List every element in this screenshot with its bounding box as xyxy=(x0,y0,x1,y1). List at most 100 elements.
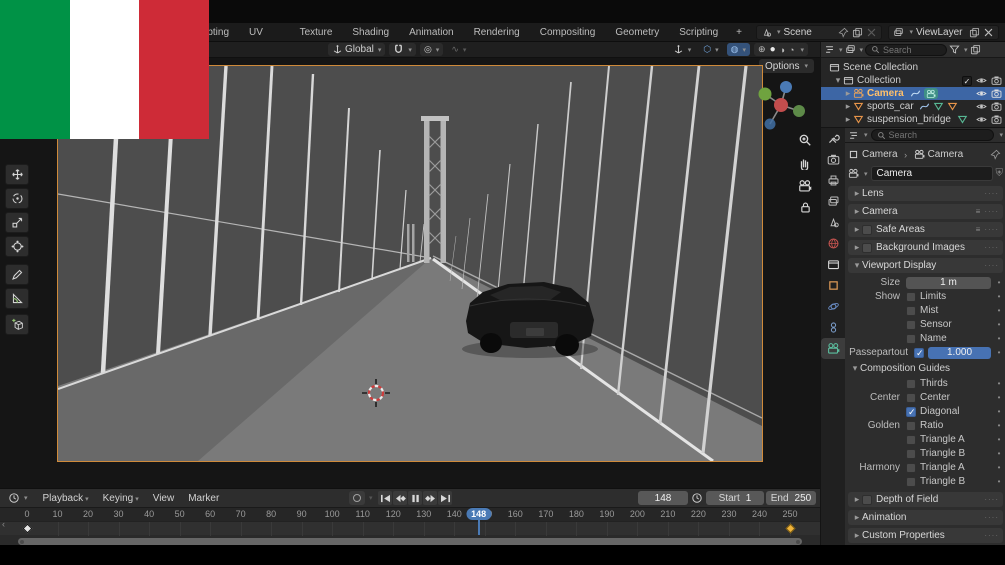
passepartout-field[interactable]: 1.000 xyxy=(928,346,991,359)
menu-playback[interactable]: Playback ▾ xyxy=(36,493,96,504)
keyframe-diamond[interactable] xyxy=(22,523,32,534)
next-keyframe-button[interactable] xyxy=(423,491,437,505)
object-icon[interactable] xyxy=(848,149,859,160)
scene-selector[interactable]: ▾ Scene xyxy=(755,24,883,40)
mist-checkbox[interactable] xyxy=(906,305,916,316)
channel-expander-icon[interactable]: ‹ xyxy=(2,519,5,529)
menu-marker[interactable]: Marker xyxy=(181,493,226,504)
drag-handle-icon[interactable]: ···· xyxy=(984,495,999,504)
animate-dot-icon[interactable]: • xyxy=(995,348,1003,357)
triangle-b-checkbox[interactable] xyxy=(906,448,916,459)
show-overlays-button[interactable]: ⬡ ▾ xyxy=(699,43,722,56)
tab-world[interactable] xyxy=(821,233,845,254)
expand-icon[interactable]: ▸ xyxy=(843,88,853,99)
thirds-checkbox[interactable] xyxy=(906,378,916,389)
frame-start-field[interactable]: Start 1 xyxy=(706,491,764,505)
shading-wireframe-icon[interactable]: ⊕ xyxy=(758,44,766,55)
drag-handle-icon[interactable]: ···· xyxy=(984,531,999,540)
outliner-search[interactable] xyxy=(865,43,948,56)
panel-viewport-display[interactable]: ▾ Viewport Display ···· xyxy=(848,258,1003,273)
safe-areas-checkbox[interactable] xyxy=(862,224,872,235)
timeline-scrollbar[interactable] xyxy=(18,538,802,545)
outliner-row-sports-car[interactable]: ▸ sports_car xyxy=(821,100,1005,113)
panel-lens[interactable]: ▸ Lens ···· xyxy=(848,186,1003,201)
tab-view-layer[interactable] xyxy=(821,191,845,212)
tool-transform-button[interactable] xyxy=(5,236,29,257)
eye-icon[interactable] xyxy=(976,75,987,86)
editor-type-button[interactable]: ▾ xyxy=(4,492,32,505)
fake-user-shield-icon[interactable]: ⛨ xyxy=(996,168,1004,179)
drag-handle-icon[interactable]: ···· xyxy=(984,207,999,216)
workspace-tab-animation[interactable]: Animation xyxy=(399,23,463,42)
animate-dot-icon[interactable]: • xyxy=(995,292,1003,301)
keyframe-diamond[interactable] xyxy=(785,523,795,534)
shading-material-icon[interactable]: ◑ xyxy=(780,45,785,55)
panel-safe-areas[interactable]: ▸ Safe Areas ≡ ···· xyxy=(848,222,1003,237)
tab-tool[interactable] xyxy=(821,128,845,149)
filter-funnel-icon[interactable] xyxy=(949,44,960,55)
breadcrumb-object[interactable]: Camera xyxy=(862,149,898,160)
pause-button[interactable] xyxy=(408,491,422,505)
collapse-icon[interactable]: ▾ xyxy=(833,75,843,86)
show-gizmo-button[interactable]: ▾ xyxy=(669,43,696,56)
tab-constraints[interactable] xyxy=(821,317,845,338)
viewport-camera-view-button[interactable] xyxy=(795,176,815,196)
workspace-tab-uv-editing[interactable]: UV Editing xyxy=(239,23,290,57)
shading-rendered-icon[interactable]: ◔ xyxy=(789,45,794,55)
animate-dot-icon[interactable]: • xyxy=(995,320,1003,329)
tab-physics[interactable] xyxy=(821,296,845,317)
viewlayer-selector[interactable]: ▾ ViewLayer xyxy=(888,24,999,40)
tab-output[interactable] xyxy=(821,170,845,191)
pin-icon[interactable] xyxy=(990,149,1001,160)
workspace-tab-compositing[interactable]: Compositing xyxy=(530,23,606,42)
drag-handle-icon[interactable]: ···· xyxy=(984,513,999,522)
menu-view[interactable]: View xyxy=(146,493,182,504)
sensor-checkbox[interactable] xyxy=(906,319,916,330)
animate-dot-icon[interactable]: • xyxy=(995,421,1003,430)
outliner-row-suspension-bridge[interactable]: ▸ suspension_bridge xyxy=(821,113,1005,126)
current-frame-field[interactable]: 148 xyxy=(638,491,688,505)
size-field[interactable]: 1 m xyxy=(906,276,991,289)
viewport-pan-button[interactable] xyxy=(795,153,815,173)
xray-toggle-button[interactable]: ◍ ▾ xyxy=(726,43,751,56)
outliner-scene-icon[interactable] xyxy=(845,44,856,55)
animate-dot-icon[interactable]: • xyxy=(995,407,1003,416)
collection-exclude-checkbox[interactable]: ✓ xyxy=(962,75,972,86)
timeline-playhead[interactable]: 148 xyxy=(466,508,492,535)
presets-icon[interactable]: ≡ xyxy=(976,207,981,216)
drag-handle-icon[interactable]: ···· xyxy=(984,261,999,270)
jump-to-start-button[interactable] xyxy=(378,491,392,505)
use-preview-range-button[interactable] xyxy=(691,492,703,504)
outliner-display-mode-icon[interactable] xyxy=(824,44,835,55)
animate-dot-icon[interactable]: • xyxy=(995,379,1003,388)
new-scene-icon[interactable] xyxy=(852,27,863,38)
outliner-row-collection[interactable]: ▾ Collection ✓ xyxy=(821,74,1005,87)
outliner-search-input[interactable] xyxy=(883,44,942,55)
workspace-tab-shading[interactable]: Shading xyxy=(342,23,399,42)
viewport-options-button[interactable]: Options ▾ xyxy=(759,59,814,73)
prev-keyframe-button[interactable] xyxy=(393,491,407,505)
animate-dot-icon[interactable]: • xyxy=(995,463,1003,472)
passepartout-checkbox[interactable] xyxy=(914,347,924,359)
tab-scene[interactable] xyxy=(821,212,845,233)
add-workspace-button[interactable]: + xyxy=(728,27,750,38)
eye-icon[interactable] xyxy=(976,101,987,112)
properties-filter-icon[interactable] xyxy=(848,130,859,141)
animate-dot-icon[interactable]: • xyxy=(995,449,1003,458)
tab-collection[interactable] xyxy=(821,254,845,275)
tool-add-cube-button[interactable] xyxy=(5,314,29,335)
properties-search-input[interactable] xyxy=(888,130,969,140)
tool-annotate-button[interactable] xyxy=(5,264,29,285)
harmony-triangle-b-checkbox[interactable] xyxy=(906,476,916,487)
jump-to-end-button[interactable] xyxy=(438,491,452,505)
panel-background-images[interactable]: ▸ Background Images ···· xyxy=(848,240,1003,255)
animate-dot-icon[interactable]: • xyxy=(995,306,1003,315)
render-camera-icon[interactable] xyxy=(991,101,1002,112)
frame-end-field[interactable]: End 250 xyxy=(766,491,816,505)
menu-keying[interactable]: Keying ▾ xyxy=(96,493,146,504)
workspace-tab-scripting[interactable]: Scripting xyxy=(669,23,728,42)
panel-depth-of-field[interactable]: ▸ Depth of Field ···· xyxy=(848,492,1003,507)
shading-solid-icon[interactable]: ● xyxy=(770,44,776,55)
viewport-zoom-button[interactable] xyxy=(795,130,815,150)
limits-checkbox[interactable] xyxy=(906,291,916,302)
